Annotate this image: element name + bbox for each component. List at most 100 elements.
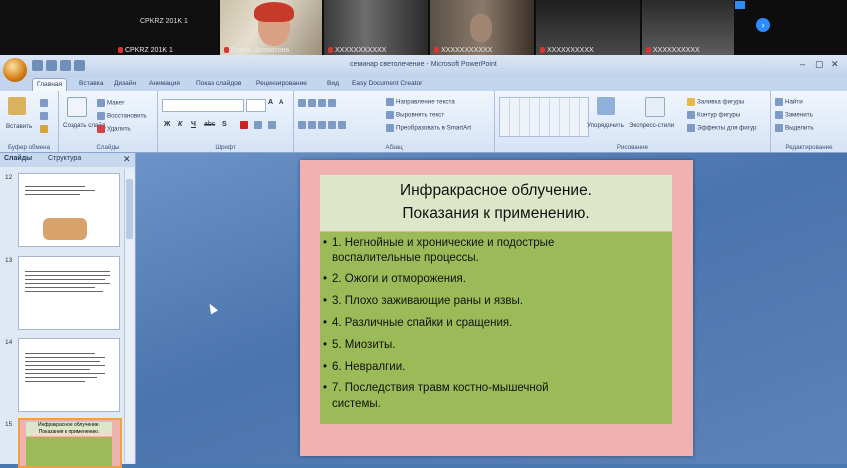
bullet-item: 2. Ожоги и отморожения. xyxy=(323,273,466,285)
thumbnail-title: Инфракрасное облучение. Показания к прим… xyxy=(26,422,112,436)
bullet-item: 5. Миозиты. xyxy=(323,339,396,351)
slide-title-box[interactable]: Инфракрасное облучение. Показания к прим… xyxy=(320,175,672,231)
bullet-item: 6. Невралгии. xyxy=(323,361,405,373)
text-direction-button[interactable]: Направление текста xyxy=(386,98,455,106)
font-size-up-button[interactable]: A xyxy=(268,99,273,106)
align-text-button[interactable]: Выровнять текст xyxy=(386,111,444,119)
find-button[interactable]: Найти xyxy=(775,98,803,106)
tab-view[interactable]: Вид xyxy=(323,78,343,90)
group-title-font: Шрифт xyxy=(215,144,236,151)
tab-home[interactable]: Главная xyxy=(32,78,68,91)
video-tile-1[interactable]: CPKRZ 201K 1 CPKRZ 201K 1 xyxy=(0,0,218,55)
group-title-paragraph: Абзац xyxy=(385,144,403,151)
font-size-select[interactable] xyxy=(246,99,266,112)
participant-video xyxy=(470,14,492,42)
video-tile-6[interactable]: XXXXXXXXXX xyxy=(642,0,734,55)
strikethrough-button[interactable]: abc xyxy=(204,121,215,128)
bullets-icon[interactable] xyxy=(298,99,338,107)
close-pane-icon[interactable]: ✕ xyxy=(123,154,131,165)
reset-button[interactable]: Восстановить xyxy=(97,112,147,120)
shape-fill-button[interactable]: Заливка фигуры xyxy=(687,98,744,106)
font-size-down-button[interactable]: A xyxy=(279,100,283,106)
tab-easy-document-creator[interactable]: Easy Document Creator xyxy=(348,78,426,90)
shape-effects-button[interactable]: Эффекты для фигур xyxy=(687,124,756,132)
group-title-drawing: Рисование xyxy=(616,144,649,151)
slides-pane: Слайды Структура ✕ 12 13 14 15 Инфракрас… xyxy=(0,153,136,468)
video-tile-2[interactable]: Елена Долматова xyxy=(220,0,322,55)
video-tile-3[interactable]: XXXXXXXXXXX xyxy=(324,0,428,55)
shapes-gallery[interactable] xyxy=(499,97,589,137)
new-slide-icon[interactable] xyxy=(67,97,87,117)
tab-insert[interactable]: Вставка xyxy=(75,78,108,90)
video-tile-label: CPKRZ 201K 1 xyxy=(140,18,188,25)
close-window-button[interactable]: ✕ xyxy=(831,59,839,70)
font-name-select[interactable] xyxy=(162,99,244,112)
arrange-icon[interactable] xyxy=(597,97,615,115)
slide-title-line-1: Инфракрасное облучение. xyxy=(399,182,592,199)
minimize-button[interactable]: – xyxy=(800,59,805,69)
video-tile-5[interactable]: XXXXXXXXXX xyxy=(536,0,640,55)
slide-number: 13 xyxy=(5,257,13,264)
select-button[interactable]: Выделить xyxy=(775,124,814,132)
current-slide[interactable]: Инфракрасное облучение. Показания к прим… xyxy=(300,160,693,456)
layout-button[interactable]: Макет xyxy=(97,99,125,107)
replace-button[interactable]: Заменить xyxy=(775,111,813,119)
bullet-item: 4. Различные спайки и сращения. xyxy=(323,317,512,329)
convert-smartart-button[interactable]: Преобразовать в SmartArt xyxy=(386,124,471,132)
slide-number: 14 xyxy=(5,339,13,346)
scroll-thumb[interactable] xyxy=(126,179,133,239)
align-icons[interactable] xyxy=(298,121,348,129)
muted-mic-icon xyxy=(540,47,545,54)
delete-slide-button[interactable]: Удалить xyxy=(97,125,131,133)
copy-icon[interactable] xyxy=(40,112,50,120)
cut-icon[interactable] xyxy=(40,99,50,107)
tab-review[interactable]: Рецензирование xyxy=(252,78,311,90)
participant-name: CPKRZ 201K 1 xyxy=(118,47,173,54)
quick-styles-button[interactable]: Экспресс-стили xyxy=(629,122,674,129)
shadow-button[interactable]: S xyxy=(222,121,227,128)
participant-name: XXXXXXXXXXX xyxy=(328,47,386,54)
bullet-continuation: системы. xyxy=(332,398,381,410)
group-editing: Найти Заменить Выделить Редактирование xyxy=(771,91,847,152)
slide-thumbnail-13[interactable] xyxy=(18,256,120,330)
thumbnails-scrollbar[interactable] xyxy=(124,169,134,462)
arrange-button[interactable]: Упорядочить xyxy=(587,122,624,129)
muted-mic-icon xyxy=(434,47,439,54)
slide-thumbnail-12[interactable] xyxy=(18,173,120,247)
participant-name: XXXXXXXXXX xyxy=(646,47,700,54)
strip-menu-button[interactable] xyxy=(735,1,745,9)
muted-mic-icon xyxy=(646,47,651,54)
tab-animation[interactable]: Анимация xyxy=(145,78,184,90)
group-title-clipboard: Буфер обмена xyxy=(7,144,51,151)
next-participants-button[interactable]: › xyxy=(756,18,770,32)
slide-content-box[interactable]: 1. Негнойные и хронические и подострые в… xyxy=(320,232,672,424)
bullet-item: 7. Последствия травм костно-мышечной xyxy=(323,382,549,394)
italic-button[interactable]: К xyxy=(178,121,182,128)
change-case-icon[interactable] xyxy=(268,121,278,129)
video-tile-4[interactable]: XXXXXXXXXXX xyxy=(430,0,534,55)
office-button[interactable] xyxy=(3,58,27,82)
paste-icon[interactable] xyxy=(8,97,26,115)
thumbnail-image xyxy=(43,218,87,240)
tab-outline[interactable]: Структура xyxy=(48,155,81,162)
shape-outline-button[interactable]: Контур фигуры xyxy=(687,111,740,119)
font-color-icon[interactable] xyxy=(240,121,250,129)
ribbon: Вставить Буфер обмена Создать слайд Маке… xyxy=(0,91,847,153)
tab-design[interactable]: Дизайн xyxy=(110,78,140,90)
participant-name: XXXXXXXXXXX xyxy=(434,47,492,54)
bold-button[interactable]: Ж xyxy=(164,121,170,128)
tab-slides[interactable]: Слайды xyxy=(4,155,32,162)
group-slides: Создать слайд Макет Восстановить Удалить… xyxy=(59,91,158,152)
muted-mic-icon xyxy=(328,47,333,54)
participant-hair xyxy=(254,2,294,22)
slide-thumbnail-15-selected[interactable]: Инфракрасное облучение. Показания к прим… xyxy=(18,418,122,468)
quick-styles-icon[interactable] xyxy=(645,97,665,117)
tab-slideshow[interactable]: Показ слайдов xyxy=(192,78,245,90)
group-clipboard: Вставить Буфер обмена xyxy=(0,91,59,152)
format-painter-icon[interactable] xyxy=(40,125,50,133)
maximize-button[interactable]: ▢ xyxy=(815,59,824,70)
paste-button[interactable]: Вставить xyxy=(6,123,32,130)
char-spacing-icon[interactable] xyxy=(254,121,264,129)
slide-thumbnail-14[interactable] xyxy=(18,338,120,412)
underline-button[interactable]: Ч xyxy=(191,121,196,128)
